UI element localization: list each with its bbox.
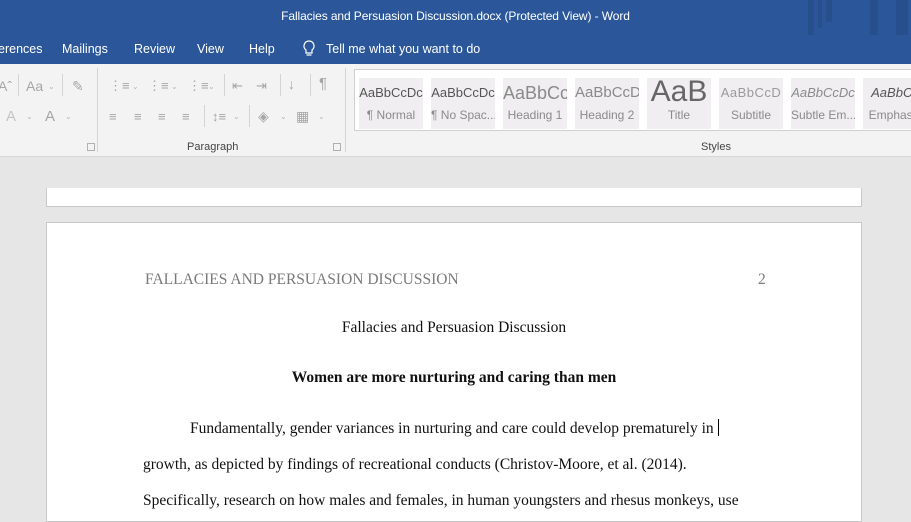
document-page[interactable]: FALLACIES AND PERSUASION DISCUSSION 2 Fa… xyxy=(46,222,862,522)
divider xyxy=(249,105,250,127)
divider xyxy=(345,68,346,152)
style-preview: AaBbCc xyxy=(871,85,911,100)
style-preview: AaBbCcD xyxy=(720,85,782,100)
show-formatting-marks-icon[interactable]: ¶ xyxy=(319,76,327,92)
style-preview: AaB xyxy=(650,78,708,108)
tab-help[interactable]: Help xyxy=(249,42,275,56)
grow-font-icon[interactable]: Aˆ xyxy=(0,78,12,94)
document-title: Fallacies and Persuasion Discussion xyxy=(341,319,567,336)
style-name: Heading 2 xyxy=(579,108,635,122)
style-preview: AaBbCcDc xyxy=(359,85,423,100)
change-case-button[interactable]: Aa xyxy=(26,78,43,94)
chevron-down-icon[interactable]: ⌄ xyxy=(171,82,178,91)
style-name: Title xyxy=(667,108,691,122)
title-bar: Fallacies and Persuasion Discussion.docx… xyxy=(0,0,911,35)
style-preview: AaBbCcD xyxy=(575,84,639,101)
decrease-indent-icon[interactable]: ⇤ xyxy=(232,78,243,94)
text-effects-button[interactable]: A xyxy=(6,109,16,125)
chevron-down-icon[interactable]: ⌄ xyxy=(208,82,215,91)
clear-formatting-icon[interactable]: ✎ xyxy=(72,78,84,94)
divider xyxy=(204,105,205,127)
tab-review[interactable]: Review xyxy=(134,42,175,56)
paragraph-group-label: Paragraph xyxy=(187,141,239,153)
style-name: Emphasis xyxy=(868,108,911,122)
text-cursor xyxy=(717,419,719,436)
divider xyxy=(224,74,225,96)
font-dialog-launcher[interactable] xyxy=(87,143,95,151)
lightbulb-icon xyxy=(303,40,315,56)
style-title[interactable]: AaB Title xyxy=(647,78,711,129)
style-preview: AaBbCc xyxy=(503,83,567,103)
justify-icon[interactable]: ≡ xyxy=(182,109,190,125)
numbering-icon[interactable]: ⋮≡ xyxy=(148,78,169,94)
page-number: 2 xyxy=(758,271,766,288)
divider xyxy=(18,74,19,96)
chevron-down-icon[interactable]: ⌄ xyxy=(318,112,325,121)
tell-me-text: Tell me what you want to do xyxy=(326,42,481,56)
styles-group-label: Styles xyxy=(701,141,731,153)
style-heading-2[interactable]: AaBbCcD Heading 2 xyxy=(575,78,639,129)
shading-icon[interactable]: ◈ xyxy=(258,108,269,124)
divider xyxy=(62,74,63,96)
previous-page-bottom xyxy=(46,188,862,207)
chevron-down-icon[interactable]: ⌄ xyxy=(233,112,240,121)
chevron-down-icon[interactable]: ⌄ xyxy=(280,112,287,121)
ribbon: Aˆ Aa ⌄ ✎ A ⌄ A ⌄ ⋮≡ ⌄ ⋮≡ ⌄ ⋮≡ ⌄ ⇤ ⇥ ↓ ¶… xyxy=(0,64,911,157)
paragraph-line: Fundamentally, gender variances in nurtu… xyxy=(190,419,719,438)
divider xyxy=(280,74,281,96)
sort-icon[interactable]: ↓ xyxy=(288,76,295,92)
align-left-icon[interactable]: ≡ xyxy=(109,109,117,125)
line-spacing-icon[interactable]: ↕≡ xyxy=(212,109,226,125)
style-name: ¶ Normal xyxy=(366,108,416,122)
style-name: Heading 1 xyxy=(507,108,563,122)
window-title: Fallacies and Persuasion Discussion.docx… xyxy=(281,9,630,23)
borders-icon[interactable]: ▦ xyxy=(296,108,309,124)
styles-gallery: AaBbCcDc ¶ Normal AaBbCcDc ¶ No Spac... … xyxy=(354,69,911,131)
increase-indent-icon[interactable]: ⇥ xyxy=(256,78,267,94)
divider xyxy=(310,74,311,96)
chevron-down-icon[interactable]: ⌄ xyxy=(65,112,72,121)
bullets-icon[interactable]: ⋮≡ xyxy=(109,78,130,94)
style-name: Subtitle xyxy=(730,108,772,122)
multilevel-list-icon[interactable]: ⋮≡ xyxy=(188,78,209,94)
chevron-down-icon[interactable]: ⌄ xyxy=(26,112,33,121)
document-heading: Women are more nurturing and caring than… xyxy=(291,369,617,386)
style-preview: AaBbCcDc xyxy=(431,85,495,100)
style-subtitle[interactable]: AaBbCcD Subtitle xyxy=(719,78,783,129)
tab-mailings[interactable]: Mailings xyxy=(62,42,108,56)
chevron-down-icon[interactable]: ⌄ xyxy=(48,82,55,91)
tell-me-search[interactable]: Tell me what you want to do xyxy=(302,40,480,58)
divider xyxy=(97,68,98,152)
paragraph-dialog-launcher[interactable] xyxy=(333,143,341,151)
tab-view[interactable]: View xyxy=(197,42,224,56)
font-color-button[interactable]: A xyxy=(45,109,55,125)
style-subtle-emphasis[interactable]: AaBbCcDc Subtle Em... xyxy=(791,78,855,129)
paragraph-line: growth, as depicted by findings of recre… xyxy=(143,456,687,473)
style-emphasis[interactable]: AaBbCc Emphasis xyxy=(863,78,911,129)
style-preview: AaBbCcDc xyxy=(791,85,855,100)
paragraph-line: Specifically, research on how males and … xyxy=(143,492,739,509)
paragraph-text: Fundamentally, gender variances in nurtu… xyxy=(190,420,714,437)
style-normal[interactable]: AaBbCcDc ¶ Normal xyxy=(359,78,423,129)
align-right-icon[interactable]: ≡ xyxy=(158,109,166,125)
tab-references[interactable]: erences xyxy=(0,42,42,56)
style-name: ¶ No Spac... xyxy=(431,108,495,122)
running-head: FALLACIES AND PERSUASION DISCUSSION xyxy=(145,271,459,288)
style-no-spacing[interactable]: AaBbCcDc ¶ No Spac... xyxy=(431,78,495,129)
chevron-down-icon[interactable]: ⌄ xyxy=(132,82,139,91)
align-center-icon[interactable]: ≡ xyxy=(134,109,142,125)
style-heading-1[interactable]: AaBbCc Heading 1 xyxy=(503,78,567,129)
style-name: Subtle Em... xyxy=(791,108,855,122)
ribbon-tabs: erences Mailings Review View Help Tell m… xyxy=(0,35,911,64)
